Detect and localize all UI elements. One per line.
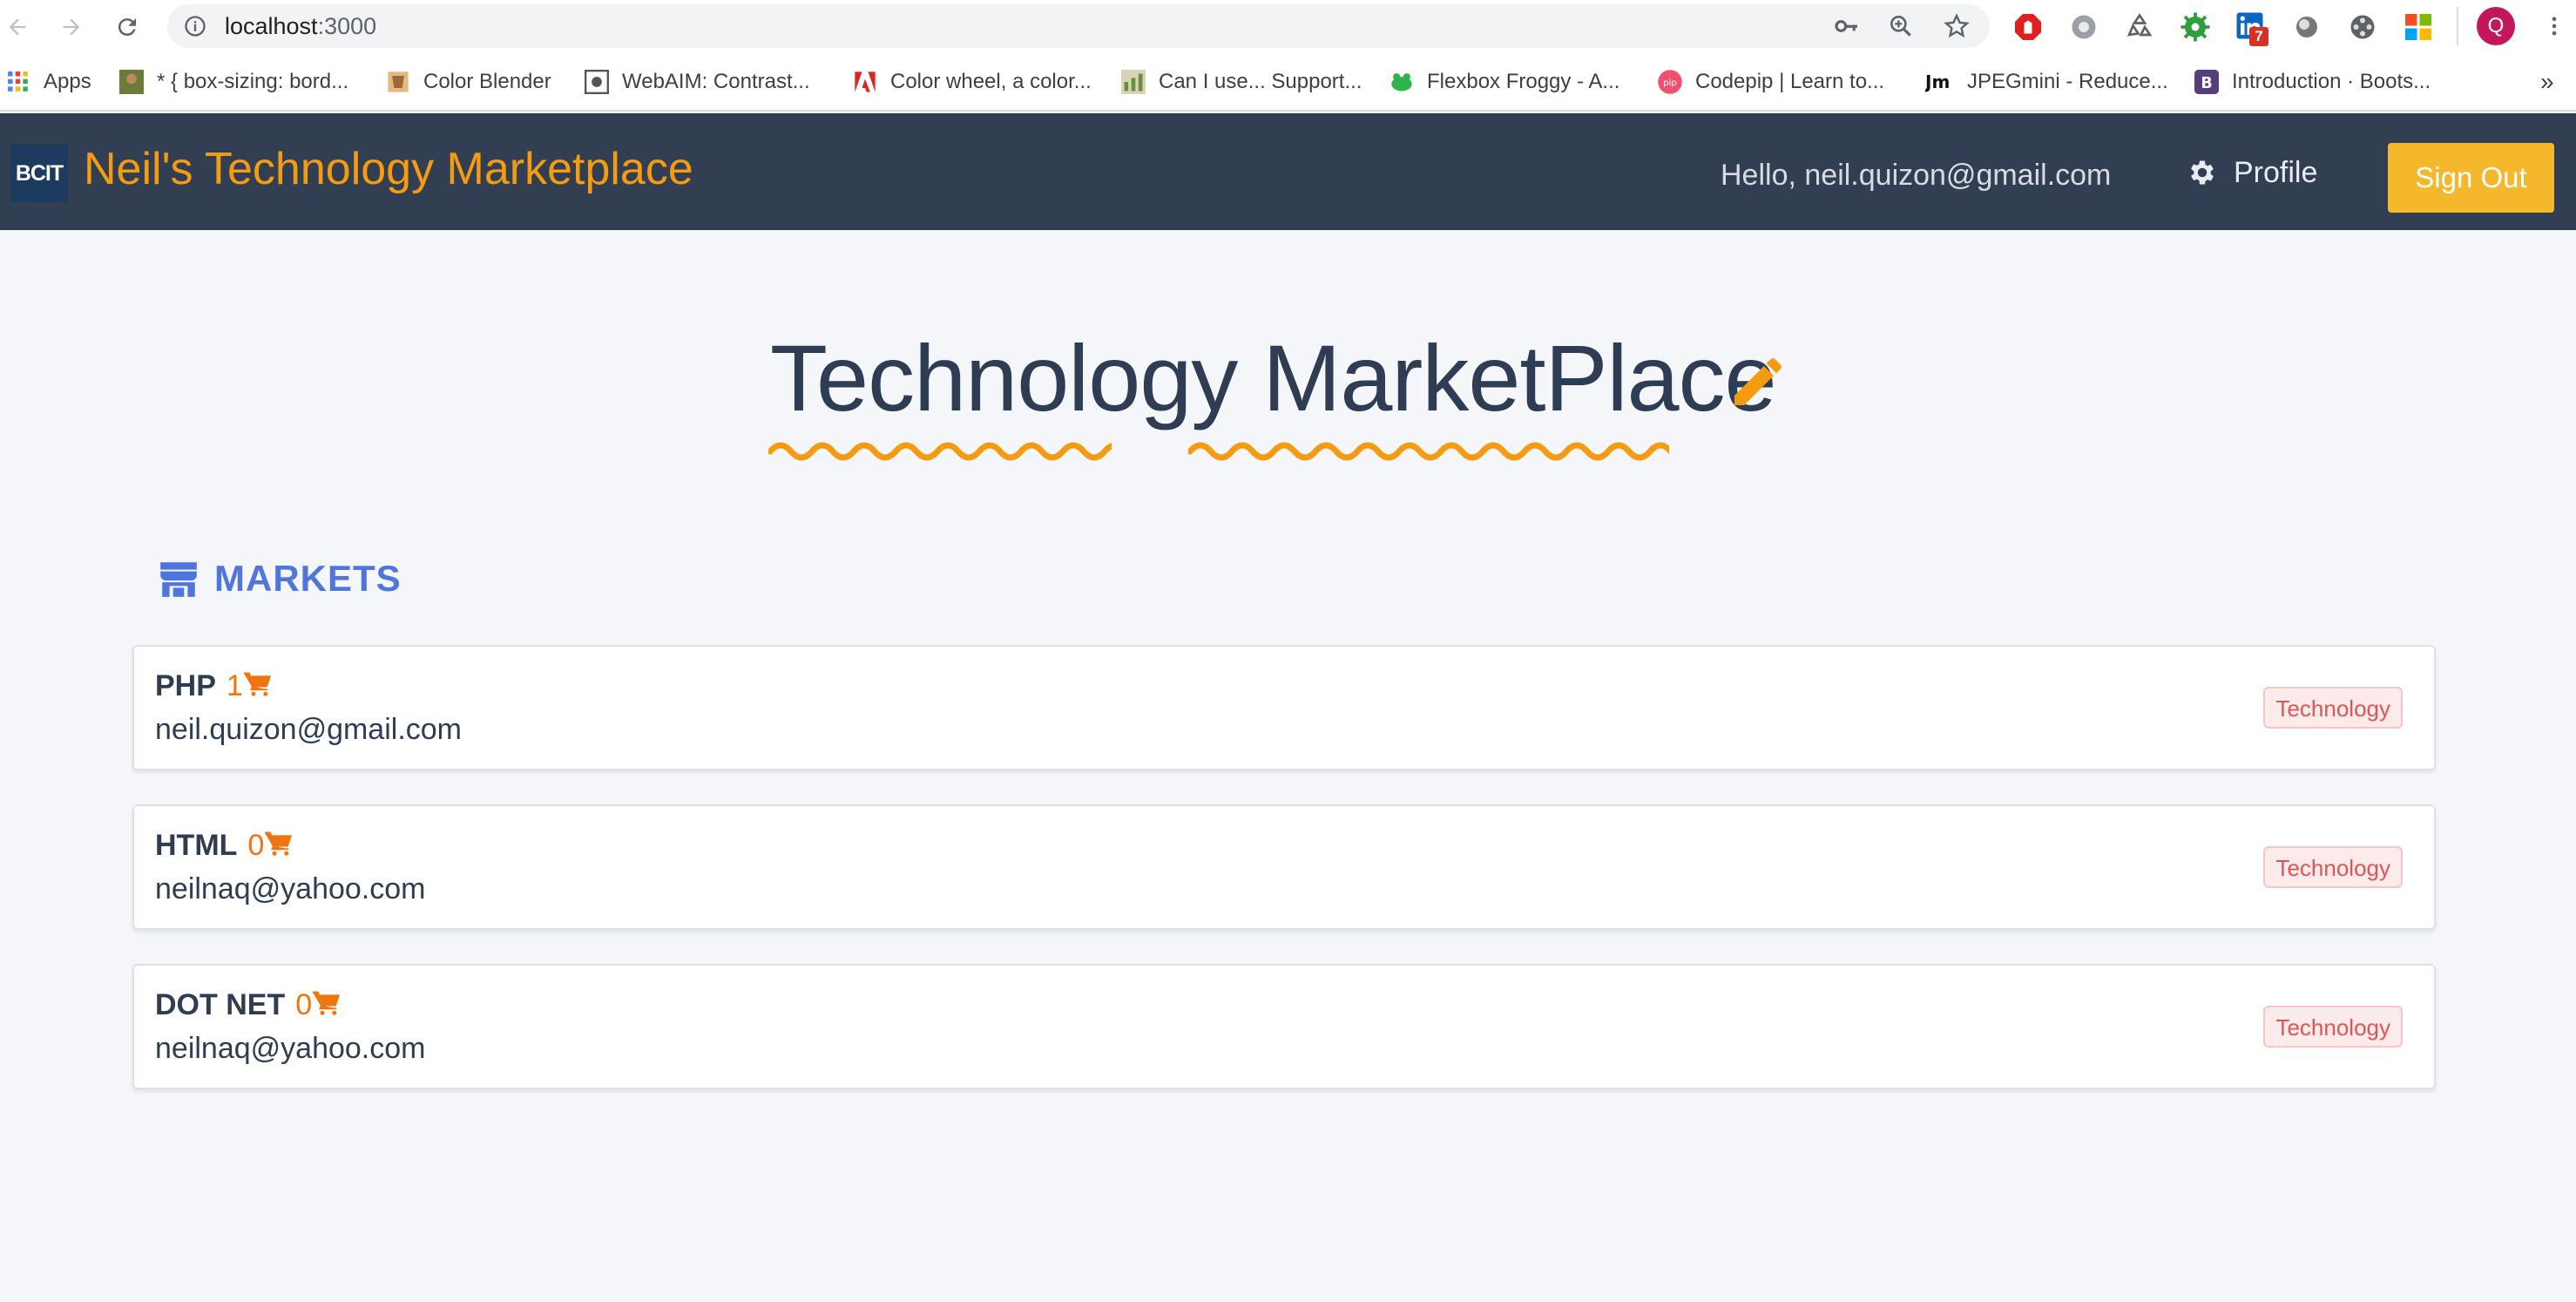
avatar[interactable]: Q [2477,7,2515,45]
page-title: Technology MarketPlace [770,325,1777,431]
spellcheck-underline [1188,442,1669,461]
photo-favicon-icon [118,69,145,95]
bookmark-label: * { box-sizing: bord... [157,70,349,93]
webaim-favicon-icon [584,69,610,95]
bookmark-caniuse[interactable]: Can I use... Support... [1120,54,1362,110]
adobe-favicon-icon [852,69,878,95]
bookmarks-bar: Apps * { box-sizing: bord... Color Blend… [0,54,2576,112]
circle-icon[interactable] [2291,11,2322,43]
windows-icon[interactable] [2403,11,2434,43]
codepip-favicon-icon: pip [1657,69,1683,95]
url-text[interactable]: localhost:3000 [225,4,376,48]
gear-green-icon[interactable] [2180,11,2211,43]
reload-button[interactable] [110,10,145,44]
zoom-icon[interactable] [1887,12,1915,40]
film-icon[interactable] [2347,11,2378,43]
spellcheck-underline [768,442,1112,461]
recycle-icon[interactable] [2124,11,2155,43]
category-tag[interactable]: Technology [2263,846,2403,888]
market-title: HTML [155,829,238,862]
market-owner-email: neil.quizon@gmail.com [155,713,463,746]
market-card[interactable]: DOT NET 0 neilnaq@yahoo.com Technology [132,964,2436,1089]
bookmark-label: Flexbox Froggy - A... [1427,70,1620,93]
cart-count: 0 [247,829,294,862]
linkedin-icon[interactable]: 7 [2235,11,2268,46]
market-card[interactable]: PHP 1 neil.quizon@gmail.com Technology [132,645,2436,770]
category-tag[interactable]: Technology [2263,1006,2403,1048]
jpegmini-favicon-icon: Jm [1925,69,1955,95]
bookmark-label: Codepip | Learn to... [1695,70,1885,93]
bookmark-label: Introduction · Boots... [2232,70,2431,93]
key-icon[interactable] [1833,12,1861,40]
browser-toolbar: localhost:3000 7 Q [0,0,2576,54]
market-name[interactable]: DOT NET 0 [155,988,341,1022]
markets-label: MARKETS [214,558,402,599]
bookmark-label: JPEGmini - Reduce... [1967,70,2168,93]
bookmark-label: Can I use... Support... [1159,70,1362,93]
address-bar[interactable]: localhost:3000 [167,4,1990,48]
cart-icon [312,991,341,1015]
market-card[interactable]: HTML 0 neilnaq@yahoo.com Technology [132,804,2436,930]
bookmark-color-wheel[interactable]: Color wheel, a color... [852,54,1092,110]
market-name[interactable]: HTML 0 [155,829,294,863]
arrow-right-icon [63,18,80,36]
bookmark-color-blender[interactable]: Color Blender [385,54,551,110]
cart-icon [243,672,271,696]
cart-count: 1 [226,669,273,702]
bookmark-flexbox-froggy[interactable]: Flexbox Froggy - A... [1389,54,1619,110]
bcit-logo[interactable]: BCIT [10,145,68,202]
user-greeting: Hello, neil.quizon@gmail.com [1721,159,2112,192]
caniuse-favicon-icon [1120,69,1146,95]
bookmark-bootstrap[interactable]: B Introduction · Boots... [2194,54,2431,110]
cart-icon [264,831,293,856]
bootstrap-favicon-icon: B [2194,69,2220,95]
adblock-icon[interactable] [2012,11,2044,43]
market-name[interactable]: PHP 1 [155,669,273,703]
brand-title[interactable]: Neil's Technology Marketplace [84,143,693,195]
market-title: PHP [155,669,216,702]
markets-heading: MARKETS [157,553,402,605]
star-icon[interactable] [1943,12,1971,40]
cart-count: 0 [295,988,341,1021]
bookmark-apps[interactable]: Apps [5,54,91,110]
bookmark-label: Color Blender [423,70,551,93]
settings-icon[interactable] [2068,11,2099,43]
info-icon[interactable] [183,14,207,38]
toolbar-divider [2457,7,2458,45]
bookmark-label: Apps [44,70,91,93]
store-icon [160,562,197,597]
svg-text:B: B [2201,75,2212,92]
sign-out-button[interactable]: Sign Out [2388,143,2554,213]
profile-link[interactable]: Profile [2187,153,2317,192]
app-navbar: BCIT Neil's Technology Marketplace Hello… [0,113,2576,230]
gear-icon [2191,160,2214,185]
bookmark-jpegmini[interactable]: Jm JPEGmini - Reduce... [1925,54,2168,110]
bookmark-codepip[interactable]: pip Codepip | Learn to... [1657,54,1884,110]
bookmark-webaim[interactable]: WebAIM: Contrast... [584,54,810,110]
forward-button[interactable] [54,10,89,44]
category-tag[interactable]: Technology [2263,687,2403,729]
bookmark-label: WebAIM: Contrast... [622,70,810,93]
pencil-icon [1734,358,1782,405]
market-owner-email: neilnaq@yahoo.com [155,872,426,905]
profile-label: Profile [2234,155,2318,189]
bookmark-box-sizing[interactable]: * { box-sizing: bord... [118,54,348,110]
back-button[interactable] [0,10,35,44]
bookmark-label: Color wheel, a color... [890,70,1092,93]
bookmarks-overflow-button[interactable]: » [2540,54,2554,110]
blender-favicon-icon [385,69,411,95]
frog-favicon-icon [1389,69,1415,95]
kebab-menu-icon[interactable] [2542,14,2566,38]
arrow-left-icon [9,18,26,36]
svg-text:Jm: Jm [1925,71,1950,92]
reload-icon [118,18,136,37]
apps-grid-icon [5,69,31,95]
market-title: DOT NET [155,988,286,1021]
svg-text:pip: pip [1663,78,1676,88]
market-owner-email: neilnaq@yahoo.com [155,1032,426,1065]
linkedin-badge: 7 [2249,27,2268,46]
